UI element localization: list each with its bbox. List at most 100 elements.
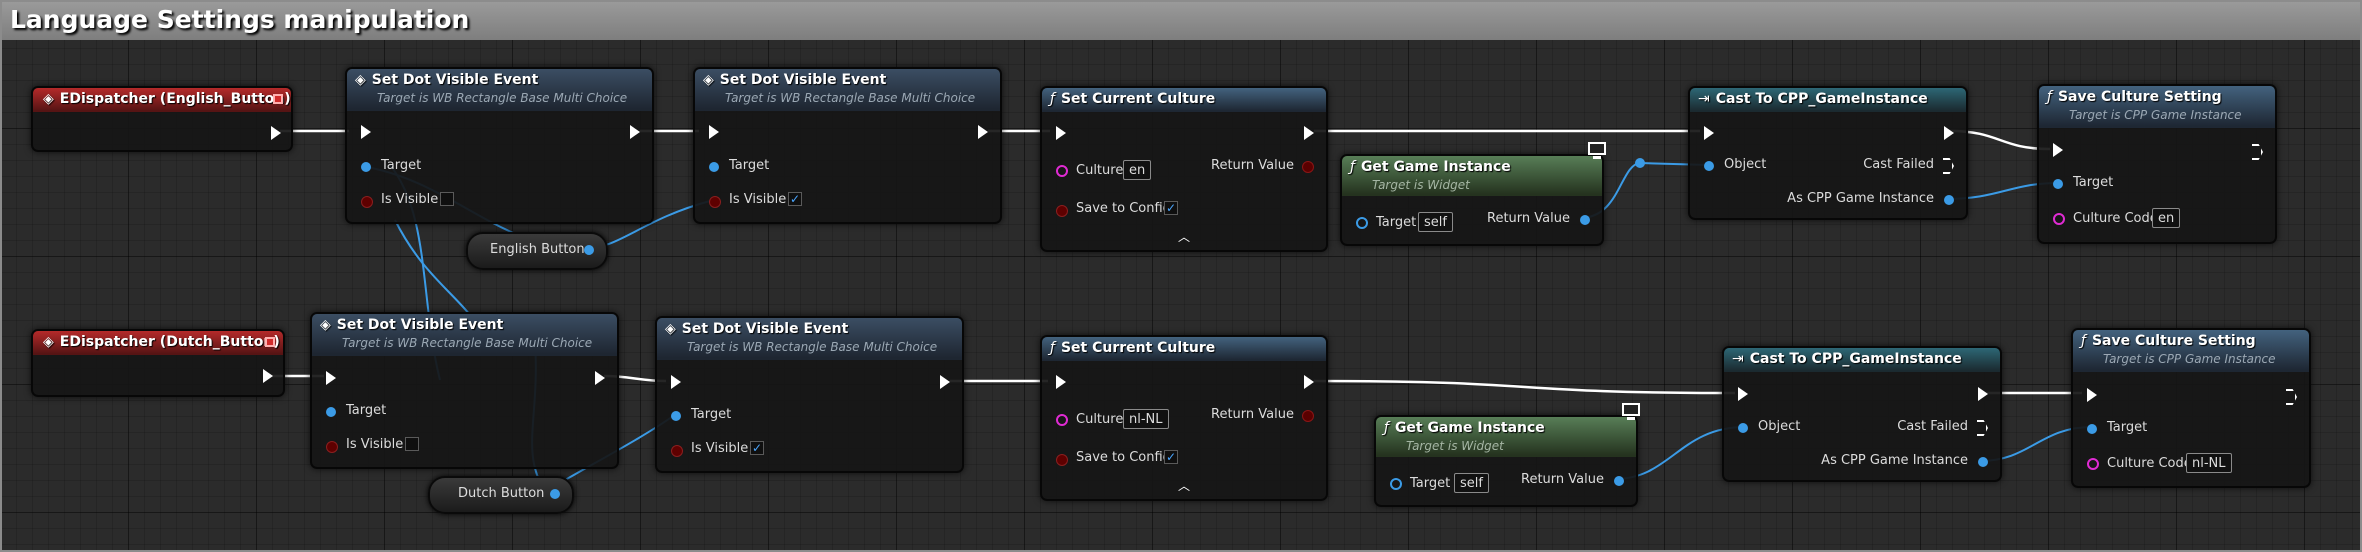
return-value-pin[interactable] xyxy=(1580,215,1590,225)
target-pin[interactable] xyxy=(709,162,719,172)
target-pin[interactable] xyxy=(361,162,371,172)
exec-out-pin[interactable] xyxy=(2252,144,2263,160)
set-dot-visible-node-1b[interactable]: ◈ Set Dot Visible Event Target is WB Rect… xyxy=(693,67,1002,224)
exec-out-pin[interactable] xyxy=(940,375,950,389)
node-title: Set Current Culture xyxy=(1060,340,1216,356)
exec-out-pin[interactable] xyxy=(271,126,281,140)
cast-failed-exec-pin[interactable] xyxy=(1943,158,1954,174)
diamond-event-icon: ◈ xyxy=(355,72,366,88)
node-subtitle: Target is CPP Game Instance xyxy=(2103,352,2276,366)
is-visible-checkbox[interactable] xyxy=(440,192,454,206)
exec-out-pin[interactable] xyxy=(263,369,273,383)
exec-out-pin[interactable] xyxy=(1944,126,1954,140)
get-game-instance-node-1[interactable]: ƒ Get Game Instance Target is Widget Targ… xyxy=(1340,154,1604,246)
culture-code-label: Culture Code xyxy=(2107,456,2192,471)
chevron-up-icon[interactable]: ︿ xyxy=(1174,477,1194,494)
comment-header[interactable]: Language Settings manipulation xyxy=(2,2,2360,40)
cast-to-gameinstance-node-1[interactable]: ⇥ Cast To CPP_GameInstance Object Cast Fa… xyxy=(1688,86,1968,220)
culture-pin[interactable] xyxy=(1056,165,1068,177)
target-label: Target xyxy=(2073,175,2114,190)
set-dot-visible-node-2a[interactable]: ◈ Set Dot Visible Event Target is WB Rect… xyxy=(310,312,619,469)
save-to-config-checkbox[interactable]: ✓ xyxy=(1164,201,1178,215)
object-pin[interactable] xyxy=(1738,423,1748,433)
exec-out-pin[interactable] xyxy=(2286,389,2297,405)
target-pin[interactable] xyxy=(1390,478,1402,490)
english-button-variable[interactable]: English Button xyxy=(466,232,608,270)
is-visible-pin[interactable] xyxy=(361,196,373,208)
target-self-input[interactable]: self xyxy=(1454,473,1489,493)
delegate-pin[interactable] xyxy=(273,94,283,104)
target-pin[interactable] xyxy=(1356,217,1368,229)
exec-in-pin[interactable] xyxy=(2087,388,2097,402)
exec-in-pin[interactable] xyxy=(1056,126,1066,140)
exec-out-pin[interactable] xyxy=(1978,387,1988,401)
as-gameinstance-pin[interactable] xyxy=(1944,195,1954,205)
dutch-button-variable[interactable]: Dutch Button xyxy=(428,476,574,514)
diamond-event-icon: ◈ xyxy=(43,334,54,350)
save-to-config-pin[interactable] xyxy=(1056,205,1068,217)
save-culture-setting-node-2[interactable]: ƒ Save Culture Setting Target is CPP Game… xyxy=(2071,328,2311,488)
dispatcher-node-dutch[interactable]: ◈ EDispatcher (Dutch_Button) xyxy=(31,329,285,397)
is-visible-label: Is Visible xyxy=(729,192,787,207)
delegate-pin[interactable] xyxy=(265,337,275,347)
exec-in-pin[interactable] xyxy=(1056,375,1066,389)
exec-in-pin[interactable] xyxy=(361,125,371,139)
diamond-event-icon: ◈ xyxy=(703,72,714,88)
chevron-up-icon[interactable]: ︿ xyxy=(1174,228,1194,245)
set-dot-visible-node-2b[interactable]: ◈ Set Dot Visible Event Target is WB Rect… xyxy=(655,316,964,473)
exec-in-pin[interactable] xyxy=(326,371,336,385)
culture-code-input[interactable]: nl-NL xyxy=(2186,453,2232,473)
variable-label: English Button xyxy=(490,242,585,257)
cast-to-gameinstance-node-2[interactable]: ⇥ Cast To CPP_GameInstance Object Cast Fa… xyxy=(1722,346,2002,482)
is-visible-checkbox[interactable]: ✓ xyxy=(750,441,764,455)
save-to-config-pin[interactable] xyxy=(1056,454,1068,466)
is-visible-pin[interactable] xyxy=(709,196,721,208)
culture-pin[interactable] xyxy=(1056,414,1068,426)
exec-in-pin[interactable] xyxy=(1704,126,1714,140)
exec-out-pin[interactable] xyxy=(1304,126,1314,140)
node-subtitle: Target is Widget xyxy=(1406,439,1504,453)
target-pin[interactable] xyxy=(326,407,336,417)
return-value-pin[interactable] xyxy=(1302,161,1314,173)
function-f-icon: ƒ xyxy=(1050,340,1055,356)
as-gameinstance-pin[interactable] xyxy=(1978,457,1988,467)
exec-out-pin[interactable] xyxy=(978,125,988,139)
target-pin[interactable] xyxy=(671,411,681,421)
is-visible-checkbox[interactable] xyxy=(405,437,419,451)
culture-label: Culture xyxy=(1076,163,1124,178)
culture-code-pin[interactable] xyxy=(2087,458,2099,470)
set-dot-visible-node-1a[interactable]: ◈ Set Dot Visible Event Target is WB Rect… xyxy=(345,67,654,224)
object-pin[interactable] xyxy=(1704,161,1714,171)
is-visible-pin[interactable] xyxy=(326,441,338,453)
get-game-instance-node-2[interactable]: ƒ Get Game Instance Target is Widget Targ… xyxy=(1374,415,1638,507)
exec-out-pin[interactable] xyxy=(630,125,640,139)
set-current-culture-node-1[interactable]: ƒ Set Current Culture Culture en Return V… xyxy=(1040,86,1328,252)
exec-in-pin[interactable] xyxy=(709,125,719,139)
exec-in-pin[interactable] xyxy=(2053,143,2063,157)
culture-label: Culture xyxy=(1076,412,1124,427)
variable-out-pin[interactable] xyxy=(550,489,560,499)
variable-out-pin[interactable] xyxy=(584,245,594,255)
culture-code-input[interactable]: en xyxy=(2152,208,2181,228)
save-culture-setting-node-1[interactable]: ƒ Save Culture Setting Target is CPP Game… xyxy=(2037,84,2277,244)
node-title: Cast To CPP_GameInstance xyxy=(1715,91,1928,107)
is-visible-checkbox[interactable]: ✓ xyxy=(788,192,802,206)
exec-in-pin[interactable] xyxy=(1738,387,1748,401)
target-pin[interactable] xyxy=(2053,179,2063,189)
target-self-input[interactable]: self xyxy=(1418,212,1453,232)
cast-failed-exec-pin[interactable] xyxy=(1977,420,1988,436)
return-value-pin[interactable] xyxy=(1614,476,1624,486)
return-value-pin[interactable] xyxy=(1302,410,1314,422)
culture-input[interactable]: en xyxy=(1123,160,1152,180)
culture-input[interactable]: nl-NL xyxy=(1123,409,1169,429)
exec-out-pin[interactable] xyxy=(595,371,605,385)
exec-out-pin[interactable] xyxy=(1304,375,1314,389)
save-to-config-checkbox[interactable]: ✓ xyxy=(1164,450,1178,464)
dispatcher-node-english[interactable]: ◈ EDispatcher (English_Button) xyxy=(31,86,293,152)
target-pin[interactable] xyxy=(2087,424,2097,434)
node-title: EDispatcher (Dutch_Button) xyxy=(59,334,280,350)
exec-in-pin[interactable] xyxy=(671,375,681,389)
culture-code-pin[interactable] xyxy=(2053,213,2065,225)
set-current-culture-node-2[interactable]: ƒ Set Current Culture Culture nl-NL Retur… xyxy=(1040,335,1328,501)
is-visible-pin[interactable] xyxy=(671,445,683,457)
